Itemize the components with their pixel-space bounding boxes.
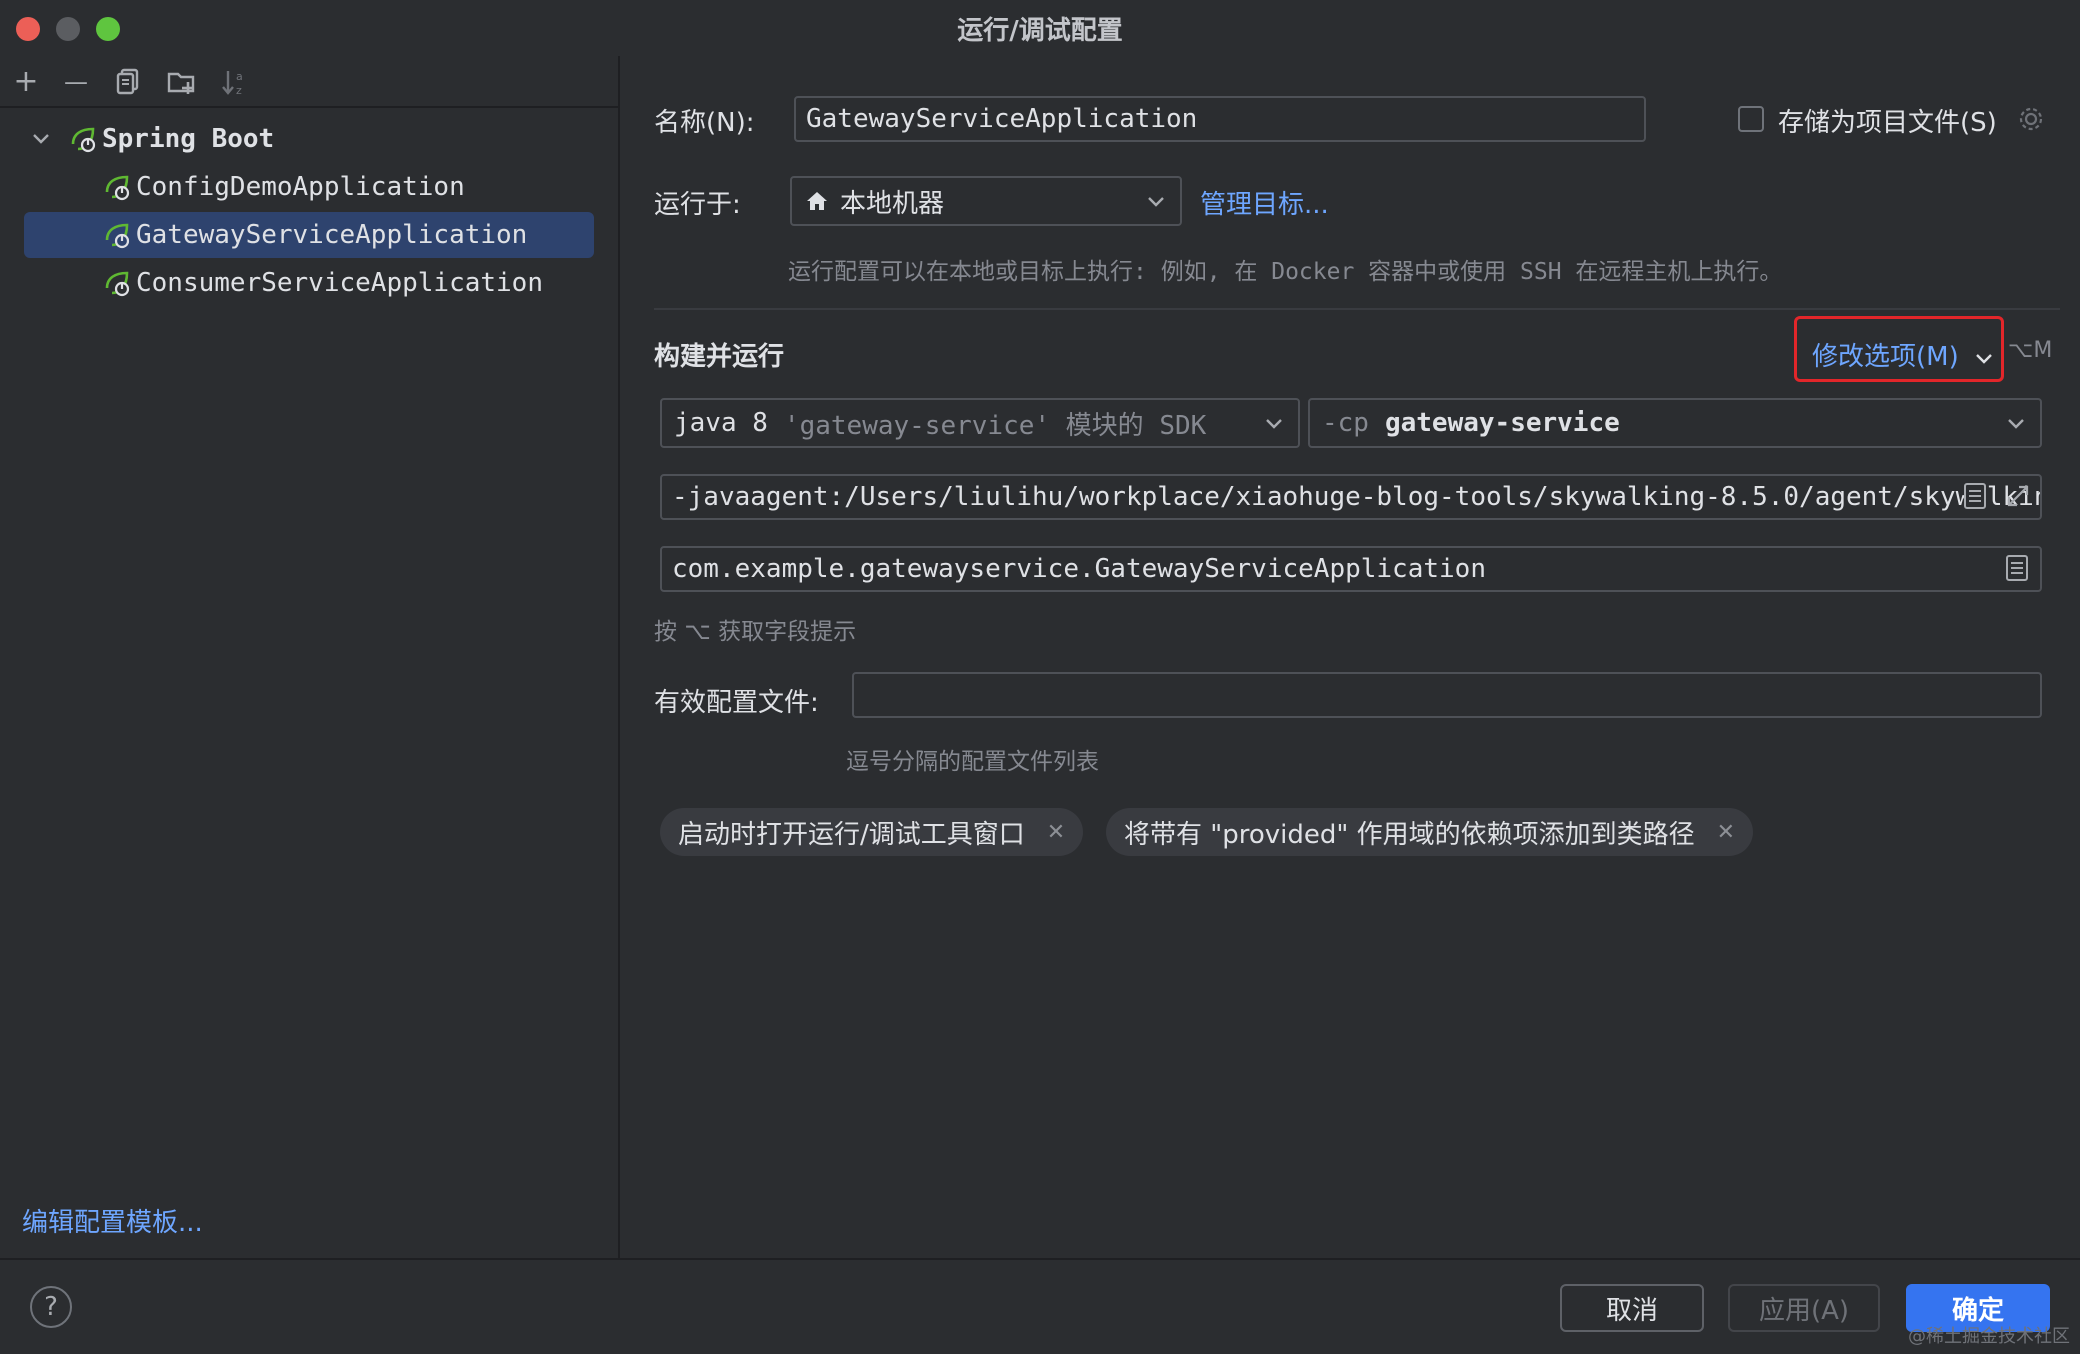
profiles-hint: 逗号分隔的配置文件列表: [846, 749, 1099, 775]
sort-icon[interactable]: az: [216, 64, 252, 100]
svg-text:a: a: [236, 70, 243, 83]
run-on-select[interactable]: 本地机器: [790, 176, 1182, 226]
section-divider: [654, 308, 2060, 310]
jdk-select[interactable]: java 8 'gateway-service' 模块的 SDK: [660, 398, 1300, 448]
add-icon[interactable]: +: [8, 64, 44, 100]
remove-icon[interactable]: —: [58, 64, 94, 100]
spring-boot-icon: [105, 223, 130, 249]
main-class-input[interactable]: com.example.gatewayservice.GatewayServic…: [660, 546, 2042, 592]
dialog-footer: ? 取消 应用(A) 确定 @稀土掘金技术社区: [0, 1258, 2080, 1354]
modify-options-shortcut: ⌥M: [2008, 338, 2053, 363]
close-icon[interactable]: ✕: [1047, 820, 1065, 845]
chevron-down-icon: [1144, 190, 1168, 214]
tree-item-label: ConfigDemoApplication: [136, 172, 465, 202]
modify-options-label: 修改选项(M): [1812, 342, 1959, 372]
classpath-flag: -cp: [1322, 408, 1369, 438]
close-icon[interactable]: ✕: [1717, 820, 1735, 845]
store-as-file-checkbox[interactable]: [1738, 106, 1764, 132]
field-hint: 按 ⌥ 获取字段提示: [654, 619, 857, 645]
edit-templates-link[interactable]: 编辑配置模板...: [22, 1202, 203, 1239]
jdk-version: java 8: [674, 408, 768, 438]
tag-label: 启动时打开运行/调试工具窗口: [678, 819, 1025, 850]
tree-item-gateway-service[interactable]: GatewayServiceApplication: [102, 212, 527, 258]
gear-icon[interactable]: [2016, 104, 2046, 134]
name-label: 名称(N):: [654, 108, 755, 138]
spring-boot-icon: [105, 271, 130, 297]
store-as-file-label: 存储为项目文件(S): [1778, 108, 1997, 138]
run-on-value: 本地机器: [840, 188, 945, 219]
profiles-input[interactable]: [852, 672, 2042, 718]
tree-item-consumer-service[interactable]: ConsumerServiceApplication: [102, 260, 543, 306]
help-icon[interactable]: ?: [30, 1286, 72, 1328]
tree-item-label: GatewayServiceApplication: [136, 220, 528, 250]
tag-label: 将带有 "provided" 作用域的依赖项添加到类路径: [1124, 819, 1695, 850]
new-folder-icon[interactable]: [164, 64, 200, 100]
title-bar: 运行/调试配置: [0, 0, 2080, 56]
copy-icon[interactable]: [110, 64, 146, 100]
home-icon: [807, 192, 827, 210]
document-icon[interactable]: [1962, 481, 1988, 511]
tree-item-config-demo[interactable]: ConfigDemoApplication: [102, 164, 465, 210]
window-title: 运行/调试配置: [957, 16, 1123, 46]
spring-boot-icon: [105, 175, 130, 201]
jdk-description: 'gateway-service' 模块的 SDK: [783, 410, 1207, 441]
run-debug-config-dialog: 运行/调试配置 + — az Spring Boot ConfigDemoApp…: [0, 0, 2080, 1352]
option-tag-open-tool-window[interactable]: 启动时打开运行/调试工具窗口 ✕: [660, 808, 1084, 856]
tree-group-spring-boot[interactable]: Spring Boot: [28, 116, 274, 162]
config-form: 名称(N): GatewayServiceApplication 存储为项目文件…: [620, 56, 2080, 1258]
run-on-label: 运行于:: [654, 190, 741, 220]
name-input[interactable]: GatewayServiceApplication: [794, 96, 1646, 142]
tree-group-label: Spring Boot: [102, 124, 275, 154]
tree-item-label: ConsumerServiceApplication: [136, 268, 543, 298]
option-tag-provided-scope[interactable]: 将带有 "provided" 作用域的依赖项添加到类路径 ✕: [1106, 808, 1754, 856]
classpath-module: gateway-service: [1384, 408, 1620, 438]
classpath-select[interactable]: -cp gateway-service: [1308, 398, 2042, 448]
run-on-hint: 运行配置可以在本地或目标上执行: 例如, 在 Docker 容器中或使用 SSH…: [788, 259, 1783, 285]
chevron-down-icon: [2004, 412, 2028, 436]
spring-boot-icon: [71, 127, 96, 153]
svg-text:z: z: [236, 84, 242, 97]
modify-options-button[interactable]: 修改选项(M): [1812, 336, 1993, 373]
chevron-down-icon: [1262, 412, 1286, 436]
apply-button[interactable]: 应用(A): [1728, 1284, 1880, 1332]
cancel-button[interactable]: 取消: [1560, 1284, 1704, 1332]
vm-options-input[interactable]: -javaagent:/Users/liulihu/workplace/xiao…: [660, 474, 2042, 520]
config-sidebar: + — az Spring Boot ConfigDemoApplication…: [0, 56, 620, 1258]
section-title: 构建并运行: [654, 342, 785, 372]
chevron-down-icon: [1976, 354, 1992, 364]
manage-targets-link[interactable]: 管理目标...: [1200, 184, 1329, 221]
profiles-label: 有效配置文件:: [654, 688, 819, 718]
document-icon[interactable]: [2004, 553, 2030, 583]
chevron-down-icon[interactable]: [28, 126, 54, 152]
expand-icon[interactable]: [2004, 482, 2032, 510]
watermark: @稀土掘金技术社区: [1908, 1326, 2070, 1347]
sidebar-toolbar: + — az: [0, 56, 618, 108]
